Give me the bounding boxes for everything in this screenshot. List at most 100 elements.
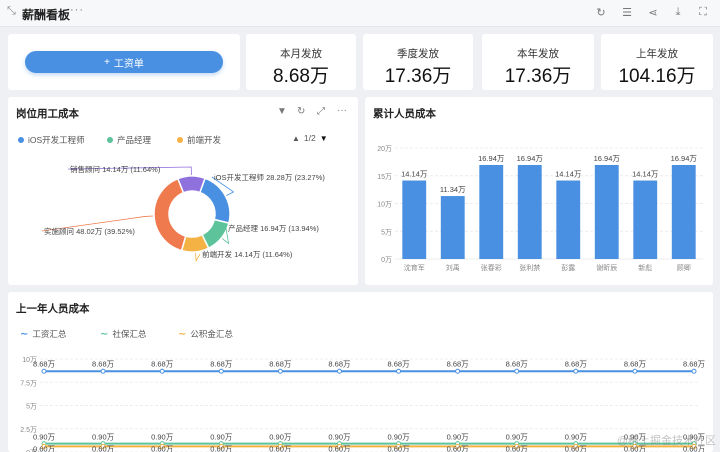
pie-chart: iOS开发工程师 28.28万 (23.27%) 产品经理 16.94万 (13.…	[41, 164, 325, 263]
line-point[interactable]	[632, 368, 638, 374]
line-point[interactable]	[573, 368, 579, 374]
more-icon[interactable]: ···	[70, 4, 84, 16]
pie-slice[interactable]	[176, 175, 206, 194]
line-value-label: 0.90万	[210, 433, 233, 442]
line-value-label: 8.68万	[387, 359, 410, 368]
x-tick-label: 顾卿	[677, 264, 691, 272]
bar-value-label: 11.34万	[440, 185, 466, 194]
fullscreen-icon[interactable]: ⛶	[696, 6, 710, 19]
filter-settings-icon[interactable]: ☰	[620, 6, 634, 19]
pie-data-label: 实施顾问 48.02万 (39.52%)	[44, 226, 135, 236]
kpi-label: 本月发放	[280, 48, 322, 60]
line-value-label: 0.60万	[92, 444, 115, 452]
pie-slice[interactable]	[153, 177, 187, 252]
refresh-icon[interactable]: ↻	[594, 6, 608, 19]
bar-value-label: 14.14万	[632, 170, 659, 179]
x-tick-label: 刘禹	[446, 263, 460, 272]
line-value-label: 0.60万	[565, 444, 588, 452]
line-value-label: 0.60万	[151, 444, 174, 452]
line-value-label: 0.90万	[565, 433, 588, 442]
last-year-cost-card: 上一年人员成本 ∼ 工资汇总 ∼ 社保汇总 ∼ 公积金汇总 10万 7.5万 5万 2…	[8, 292, 713, 452]
pie-slice[interactable]	[198, 177, 231, 224]
line-value-label: 8.68万	[624, 359, 647, 368]
bar[interactable]	[671, 164, 696, 259]
line-value-label: 0.60万	[269, 444, 292, 452]
bar-chart: 20万 15万 10万 5万 0万 14.14万沈育军 11.34万刘禹 16.94万张春彩 1…	[377, 145, 703, 272]
x-tick-label: 彭露	[561, 263, 575, 272]
bar[interactable]	[440, 196, 465, 259]
kpi-label: 本年发放	[517, 48, 559, 60]
line-value-label: 0.90万	[151, 433, 174, 442]
line-point[interactable]	[336, 368, 342, 374]
pie-data-label: 产品经理 16.94万 (13.94%)	[228, 223, 319, 233]
bar[interactable]	[633, 180, 658, 259]
bar[interactable]	[402, 180, 427, 259]
bar[interactable]	[479, 164, 504, 259]
bar[interactable]	[517, 164, 542, 259]
line-point[interactable]	[514, 368, 520, 374]
line-point[interactable]	[277, 368, 283, 374]
line-value-label: 0.90万	[447, 433, 470, 442]
line-value-label: 0.90万	[92, 433, 115, 442]
back-icon[interactable]: ⤡	[7, 5, 16, 18]
y-tick-label: 20万	[377, 145, 392, 153]
line-point[interactable]	[41, 368, 47, 374]
line-value-label: 8.68万	[565, 359, 588, 368]
kpi-value: 8.68万	[273, 66, 329, 87]
cumulative-cost-card: 累计人员成本 20万 15万 10万 5万 0万 14.14万 沈育军 11.34万 刘禹 16.…	[365, 97, 713, 285]
line-value-label: 0.60万	[210, 444, 233, 452]
line-point[interactable]	[455, 368, 461, 374]
line-point[interactable]	[100, 368, 106, 374]
pie-leader-line	[195, 252, 201, 263]
watermark: @稀土掘金技术社区	[616, 435, 716, 447]
line-value-label: 8.68万	[683, 359, 706, 368]
y-tick-label: 5万	[26, 403, 37, 411]
line-chart: 10万7.5万5万2.5万0万8.68万8.68万8.68万8.68万8.68万…	[20, 356, 706, 452]
line-value-label: 0.90万	[33, 433, 56, 442]
kpi-label: 上年发放	[636, 48, 678, 60]
line-value-label: 8.68万	[92, 359, 115, 368]
position-cost-card: 岗位用工成本 ▼ ↻ ⤢ ··· iOS开发工程师 产品经理 前端开发 ▲ 1/…	[8, 97, 358, 285]
line-value-label: 0.60万	[447, 444, 470, 452]
kpi-value: 104.16万	[618, 66, 696, 87]
line-value-label: 0.60万	[328, 444, 351, 452]
top-bar: ⤡ 薪酬看板 ··· ↻ ☰ ⋖ ⤓ ⛶	[0, 0, 720, 27]
wage-slip-button[interactable]: + 工资单	[25, 51, 223, 73]
line-value-label: 8.68万	[506, 359, 529, 368]
kpi-value: 17.36万	[504, 66, 572, 87]
bar[interactable]	[594, 164, 619, 259]
pie-data-label: iOS开发工程师 28.28万 (23.27%)	[214, 172, 325, 182]
pie-data-label: 销售顾问 14.14万 (11.64%)	[70, 164, 161, 174]
bar-value-label: 14.14万	[401, 170, 428, 179]
kpi-label: 季度发放	[397, 48, 439, 60]
bar-value-label: 16.94万	[517, 154, 544, 163]
bar-value-label: 16.94万	[478, 154, 505, 163]
line-value-label: 0.90万	[328, 433, 351, 442]
bar-value-label: 16.94万	[594, 154, 621, 163]
x-tick-label: 沈育军	[404, 263, 425, 272]
y-tick-label: 0万	[381, 256, 392, 264]
kpi-card-last-year: 上年发放 104.16万	[601, 34, 713, 90]
line-value-label: 0.60万	[33, 444, 56, 452]
line-point[interactable]	[691, 368, 697, 374]
line-value-label: 0.90万	[269, 433, 292, 442]
line-value-label: 0.60万	[506, 444, 529, 452]
line-value-label: 8.68万	[151, 359, 174, 368]
line-value-label: 0.90万	[387, 433, 410, 442]
plus-icon: +	[104, 56, 110, 68]
line-point[interactable]	[396, 368, 402, 374]
y-tick-label: 15万	[377, 173, 392, 181]
x-tick-label: 新彪	[638, 263, 652, 272]
wage-slip-label: 工资单	[113, 58, 144, 70]
bar-value-label: 14.14万	[555, 170, 582, 179]
line-value-label: 8.68万	[328, 359, 351, 368]
line-point[interactable]	[159, 368, 165, 374]
page-title: 薪酬看板	[22, 8, 71, 22]
line-value-label: 0.90万	[506, 433, 529, 442]
line-value-label: 8.68万	[447, 359, 470, 368]
share-icon[interactable]: ⋖	[646, 6, 660, 19]
line-point[interactable]	[218, 368, 224, 374]
line-value-label: 8.68万	[269, 359, 292, 368]
bar[interactable]	[556, 180, 581, 259]
download-icon[interactable]: ⤓	[671, 6, 685, 19]
